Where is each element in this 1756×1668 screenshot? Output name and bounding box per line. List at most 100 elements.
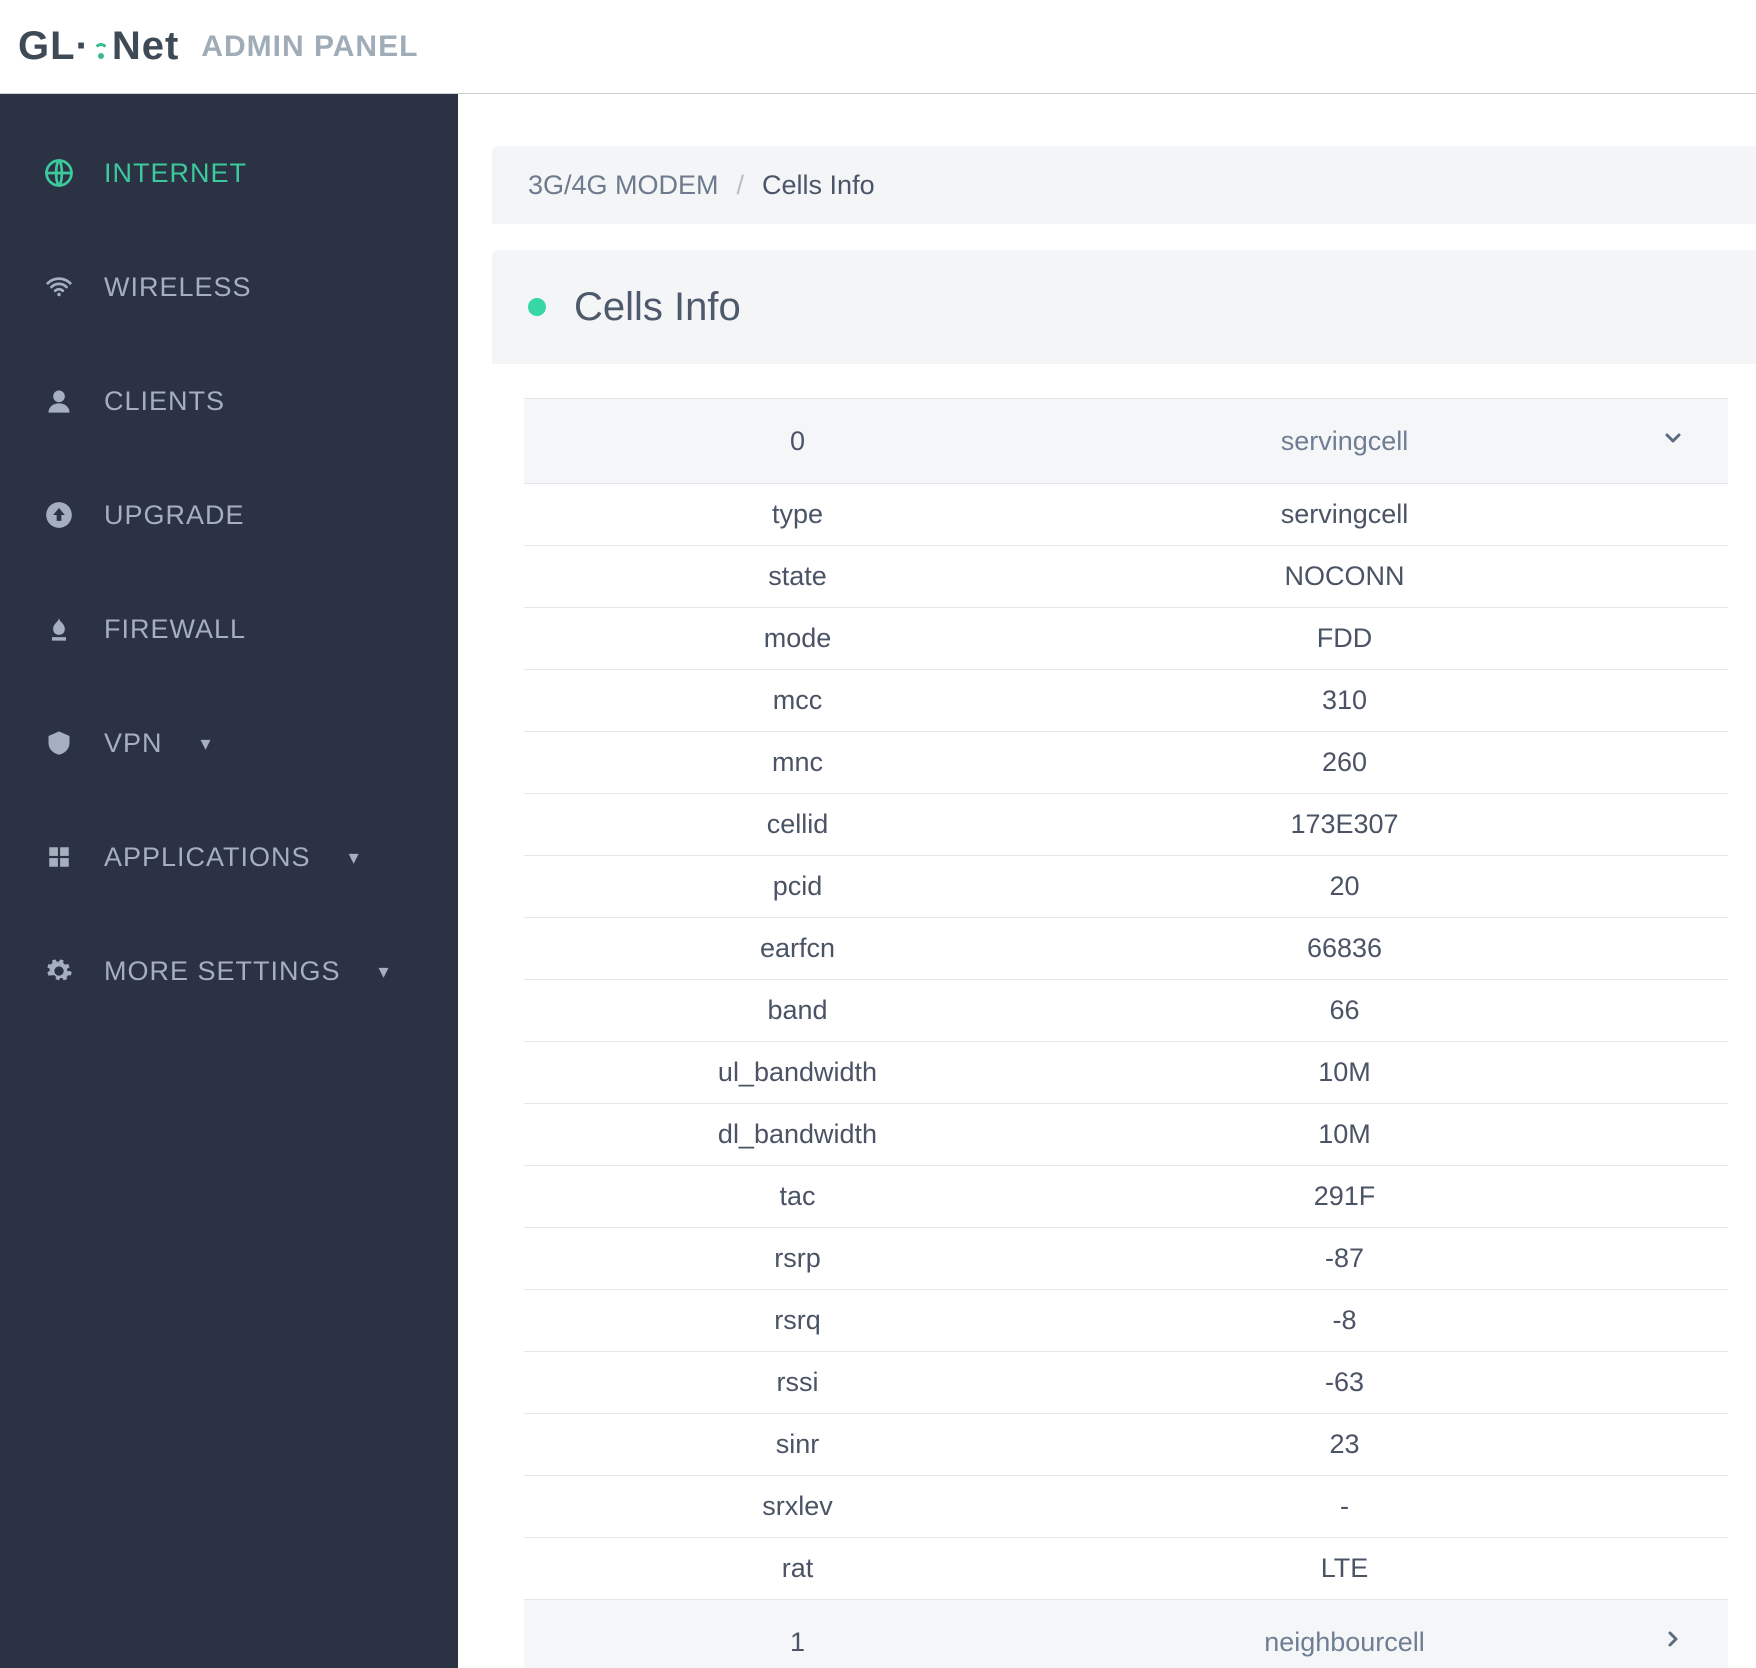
admin-panel-label: ADMIN PANEL <box>201 30 418 64</box>
section-name: servingcell <box>1071 426 1618 457</box>
table-row: ul_bandwidth10M <box>524 1042 1728 1104</box>
sidebar-item-clients[interactable]: CLIENTS <box>0 344 458 458</box>
sidebar-item-wireless[interactable]: WIRELESS <box>0 230 458 344</box>
sidebar-item-label: WIRELESS <box>104 272 252 303</box>
cell-key: tac <box>524 1181 1071 1212</box>
cell-value: -8 <box>1071 1305 1618 1336</box>
table-row: modeFDD <box>524 608 1728 670</box>
cells-table: 0 servingcell typeservingcell stateNOCON… <box>492 364 1756 1668</box>
section-index: 1 <box>524 1627 1071 1658</box>
cell-key: mcc <box>524 685 1071 716</box>
table-row: dl_bandwidth10M <box>524 1104 1728 1166</box>
section-index: 0 <box>524 426 1071 457</box>
cell-key: mnc <box>524 747 1071 778</box>
cell-key: type <box>524 499 1071 530</box>
chevron-down-icon[interactable] <box>1618 426 1728 457</box>
sidebar-item-firewall[interactable]: FIREWALL <box>0 572 458 686</box>
shield-icon <box>42 726 76 760</box>
cell-key: rsrp <box>524 1243 1071 1274</box>
cell-key: rssi <box>524 1367 1071 1398</box>
table-row: rssi-63 <box>524 1352 1728 1414</box>
table-row: rsrp-87 <box>524 1228 1728 1290</box>
sidebar-item-label: MORE SETTINGS <box>104 956 341 987</box>
sidebar: INTERNET WIRELESS CLIENTS UPGRADE FIREWA… <box>0 94 458 1668</box>
cell-key: cellid <box>524 809 1071 840</box>
cell-value: - <box>1071 1491 1618 1522</box>
gear-icon <box>42 954 76 988</box>
cell-key: srxlev <box>524 1491 1071 1522</box>
cell-value: 260 <box>1071 747 1618 778</box>
cell-value: 20 <box>1071 871 1618 902</box>
caret-down-icon: ▾ <box>349 845 360 870</box>
upload-icon <box>42 498 76 532</box>
cell-value: 310 <box>1071 685 1618 716</box>
cell-key: sinr <box>524 1429 1071 1460</box>
user-icon <box>42 384 76 418</box>
breadcrumb-parent[interactable]: 3G/4G MODEM <box>528 170 719 201</box>
cell-value: LTE <box>1071 1553 1618 1584</box>
breadcrumb-current: Cells Info <box>762 170 875 201</box>
sidebar-item-label: VPN <box>104 728 163 759</box>
brand-part-a: GL <box>18 24 76 69</box>
globe-icon <box>42 156 76 190</box>
cell-value: 291F <box>1071 1181 1618 1212</box>
sidebar-item-label: CLIENTS <box>104 386 225 417</box>
sidebar-item-label: FIREWALL <box>104 614 246 645</box>
cell-value: -63 <box>1071 1367 1618 1398</box>
sidebar-item-label: APPLICATIONS <box>104 842 311 873</box>
section-row-servingcell[interactable]: 0 servingcell <box>524 398 1728 484</box>
cell-key: mode <box>524 623 1071 654</box>
cell-key: pcid <box>524 871 1071 902</box>
sidebar-item-more-settings[interactable]: MORE SETTINGS ▾ <box>0 914 458 1028</box>
sidebar-item-internet[interactable]: INTERNET <box>0 116 458 230</box>
cell-value: 173E307 <box>1071 809 1618 840</box>
cell-value: -87 <box>1071 1243 1618 1274</box>
table-row: rsrq-8 <box>524 1290 1728 1352</box>
table-row: mnc260 <box>524 732 1728 794</box>
cell-key: dl_bandwidth <box>524 1119 1071 1150</box>
status-dot-icon <box>528 298 546 316</box>
brand-text: GL · Net <box>18 24 179 69</box>
cell-value: NOCONN <box>1071 561 1618 592</box>
cell-value: 66 <box>1071 995 1618 1026</box>
table-row: cellid173E307 <box>524 794 1728 856</box>
table-row: tac291F <box>524 1166 1728 1228</box>
card-header: Cells Info <box>492 250 1756 364</box>
cell-key: earfcn <box>524 933 1071 964</box>
table-row: srxlev- <box>524 1476 1728 1538</box>
wifi-icon <box>90 33 112 61</box>
sidebar-item-vpn[interactable]: VPN ▾ <box>0 686 458 800</box>
cell-value: 10M <box>1071 1057 1618 1088</box>
table-row: sinr23 <box>524 1414 1728 1476</box>
breadcrumb: 3G/4G MODEM / Cells Info <box>492 146 1756 224</box>
cell-value: 66836 <box>1071 933 1618 964</box>
firewall-icon <box>42 612 76 646</box>
brand-part-b: Net <box>112 24 179 69</box>
app-header: GL · Net ADMIN PANEL <box>0 0 1756 94</box>
table-row: band66 <box>524 980 1728 1042</box>
table-row: mcc310 <box>524 670 1728 732</box>
table-row: pcid20 <box>524 856 1728 918</box>
cell-value: FDD <box>1071 623 1618 654</box>
caret-down-icon: ▾ <box>201 731 212 756</box>
table-row: earfcn66836 <box>524 918 1728 980</box>
cell-value: servingcell <box>1071 499 1618 530</box>
chevron-right-icon[interactable] <box>1618 1627 1728 1658</box>
table-row: ratLTE <box>524 1538 1728 1600</box>
apps-icon <box>42 840 76 874</box>
sidebar-item-label: UPGRADE <box>104 500 245 531</box>
sidebar-item-applications[interactable]: APPLICATIONS ▾ <box>0 800 458 914</box>
cell-value: 10M <box>1071 1119 1618 1150</box>
section-row-neighbourcell[interactable]: 1 neighbourcell <box>524 1600 1728 1668</box>
cell-key: band <box>524 995 1071 1026</box>
table-row: stateNOCONN <box>524 546 1728 608</box>
cell-key: rsrq <box>524 1305 1071 1336</box>
cell-key: state <box>524 561 1071 592</box>
brand-logo: GL · Net <box>18 24 179 69</box>
table-row: typeservingcell <box>524 484 1728 546</box>
sidebar-item-upgrade[interactable]: UPGRADE <box>0 458 458 572</box>
card-title: Cells Info <box>574 285 741 330</box>
caret-down-icon: ▾ <box>379 959 390 984</box>
cell-key: rat <box>524 1553 1071 1584</box>
breadcrumb-separator: / <box>737 170 745 201</box>
